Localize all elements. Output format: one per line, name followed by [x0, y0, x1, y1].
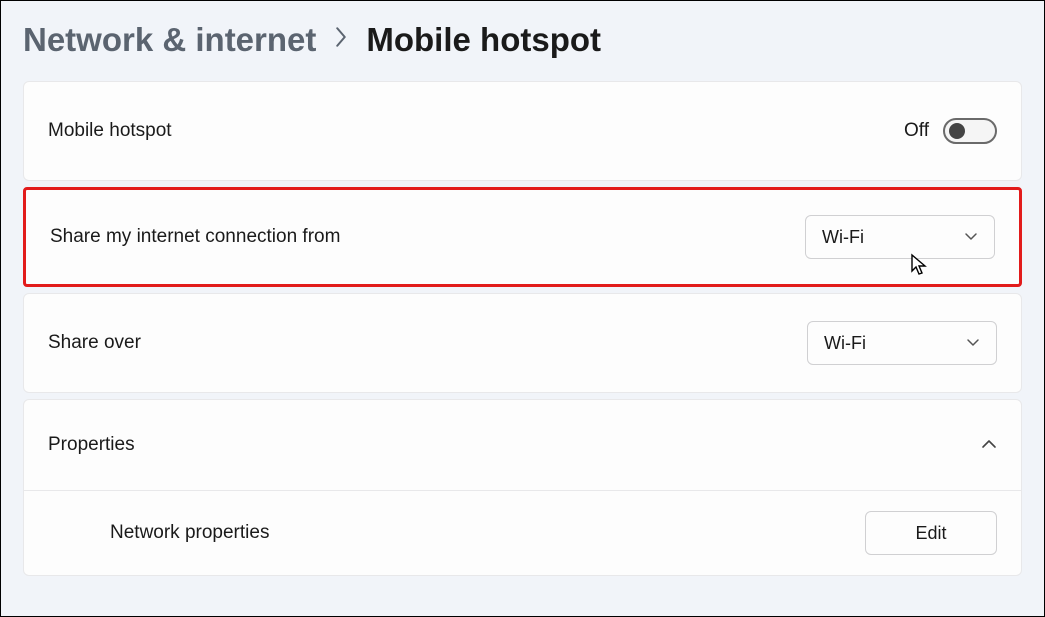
row-label: Share over — [48, 332, 141, 354]
network-properties-label: Network properties — [110, 522, 269, 544]
chevron-down-icon — [964, 229, 978, 245]
breadcrumb-current: Mobile hotspot — [366, 21, 601, 59]
properties-body: Network properties Edit — [24, 490, 1021, 575]
toggle-group: Off — [904, 118, 997, 144]
row-label: Mobile hotspot — [48, 120, 172, 142]
breadcrumb-parent[interactable]: Network & internet — [23, 21, 316, 59]
row-label: Share my internet connection from — [50, 226, 340, 248]
mobile-hotspot-toggle[interactable] — [943, 118, 997, 144]
row-mobile-hotspot: Mobile hotspot Off — [23, 81, 1022, 181]
share-over-select[interactable]: Wi-Fi — [807, 321, 997, 365]
chevron-right-icon — [334, 27, 348, 53]
toggle-state-text: Off — [904, 120, 929, 142]
breadcrumb: Network & internet Mobile hotspot — [23, 21, 1022, 59]
select-value: Wi-Fi — [824, 333, 866, 354]
select-value: Wi-Fi — [822, 227, 864, 248]
row-label: Properties — [48, 434, 135, 456]
chevron-up-icon — [981, 437, 997, 454]
properties-header[interactable]: Properties — [24, 400, 1021, 490]
share-from-select[interactable]: Wi-Fi — [805, 215, 995, 259]
toggle-knob — [949, 123, 965, 139]
row-share-from: Share my internet connection from Wi-Fi — [23, 187, 1022, 287]
chevron-down-icon — [966, 335, 980, 351]
properties-expander: Properties Network properties Edit — [23, 399, 1022, 576]
row-share-over: Share over Wi-Fi — [23, 293, 1022, 393]
edit-button[interactable]: Edit — [865, 511, 997, 555]
edit-button-label: Edit — [915, 523, 946, 544]
